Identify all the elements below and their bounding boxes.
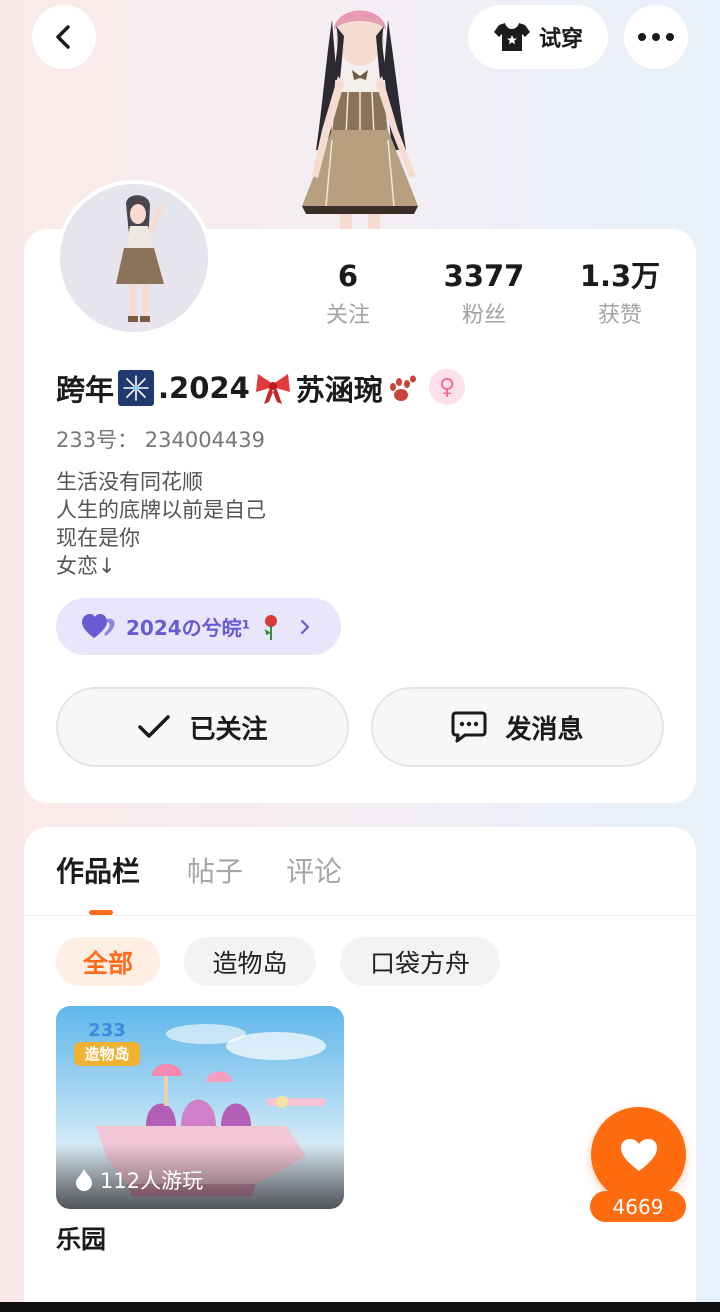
gender-female-icon: ♀ <box>438 374 456 400</box>
avatar-character-icon <box>60 184 208 332</box>
work-title[interactable]: 乐园 <box>56 1220 106 1256</box>
stat-likes[interactable]: 1.3万 获赞 <box>560 256 680 336</box>
chat-bubble-icon <box>451 711 487 743</box>
tab-works[interactable]: 作品栏 <box>56 852 140 892</box>
bottom-system-bar <box>0 1302 720 1312</box>
nickname-year: .2024 <box>158 371 250 405</box>
nickname-name: 苏涵琬 <box>295 373 383 407</box>
play-count: 112人游玩 <box>74 1165 203 1195</box>
checkmark-icon <box>138 715 171 738</box>
stat-fans[interactable]: 3377 粉丝 <box>424 256 544 336</box>
filter-pocket-ark[interactable]: 口袋方舟 <box>340 937 500 986</box>
try-on-label: 试穿 <box>538 27 583 52</box>
message-button-label: 发消息 <box>505 714 584 745</box>
play-count-text: 112人游玩 <box>100 1169 204 1193</box>
tab-posts[interactable]: 帖子 <box>187 852 243 892</box>
try-on-button[interactable]: 试穿 <box>468 5 608 69</box>
more-button[interactable] <box>624 5 688 69</box>
tab-divider <box>24 915 696 916</box>
creation-island-badge: 233 造物岛 <box>74 1020 140 1070</box>
tab-comments[interactable]: 评论 <box>286 852 342 892</box>
chevron-left-icon <box>56 25 70 49</box>
stat-following-value: 6 <box>337 259 359 293</box>
firework-icon <box>118 370 155 406</box>
paw-print-icon <box>389 375 416 401</box>
heart-icon <box>620 1138 657 1171</box>
stat-likes-value: 1.3万 <box>579 259 661 293</box>
follow-button-label: 已关注 <box>189 714 268 745</box>
like-fab-button[interactable] <box>591 1107 686 1202</box>
shirt-icon <box>493 23 530 51</box>
stat-fans-value: 3377 <box>443 259 525 293</box>
bio: 生活没有同花顺 人生的底牌以前是自己 现在是你 女恋↓ <box>56 470 266 578</box>
relationship-tag-label: 2024の兮皖¹ <box>126 616 251 640</box>
stat-following-label: 关注 <box>325 303 370 328</box>
nickname-prefix: 跨年 <box>56 373 115 407</box>
gender-female-badge: ♀ <box>429 369 465 405</box>
message-button[interactable]: 发消息 <box>371 687 664 767</box>
filter-all[interactable]: 全部 <box>56 937 160 986</box>
user-id: 233号： 234004439 <box>56 428 266 452</box>
like-count: 4669 <box>590 1191 686 1222</box>
avatar-character-illustration <box>302 10 418 232</box>
flame-icon <box>76 1169 92 1191</box>
back-button[interactable] <box>32 5 96 69</box>
ribbon-bow-icon <box>255 374 290 404</box>
chevron-right-icon <box>301 619 310 634</box>
filter-creation-island[interactable]: 造物岛 <box>184 937 316 986</box>
stat-fans-label: 粉丝 <box>461 303 506 328</box>
stat-following[interactable]: 6 关注 <box>288 256 408 336</box>
more-dots-icon <box>638 33 674 41</box>
work-card-thumbnail[interactable]: 233 造物岛 112人游玩 <box>56 1006 344 1209</box>
nickname: 跨年 .2024 苏涵琬 <box>56 366 421 410</box>
rose-icon <box>265 614 278 640</box>
relationship-tag[interactable]: 2024の兮皖¹ <box>56 598 341 655</box>
stat-likes-label: 获赞 <box>597 303 642 328</box>
follow-button[interactable]: 已关注 <box>56 687 349 767</box>
badge-top-text: 233 <box>88 1020 126 1041</box>
avatar[interactable] <box>56 180 212 336</box>
badge-bottom-text: 造物岛 <box>74 1042 140 1066</box>
double-heart-icon <box>82 613 115 638</box>
